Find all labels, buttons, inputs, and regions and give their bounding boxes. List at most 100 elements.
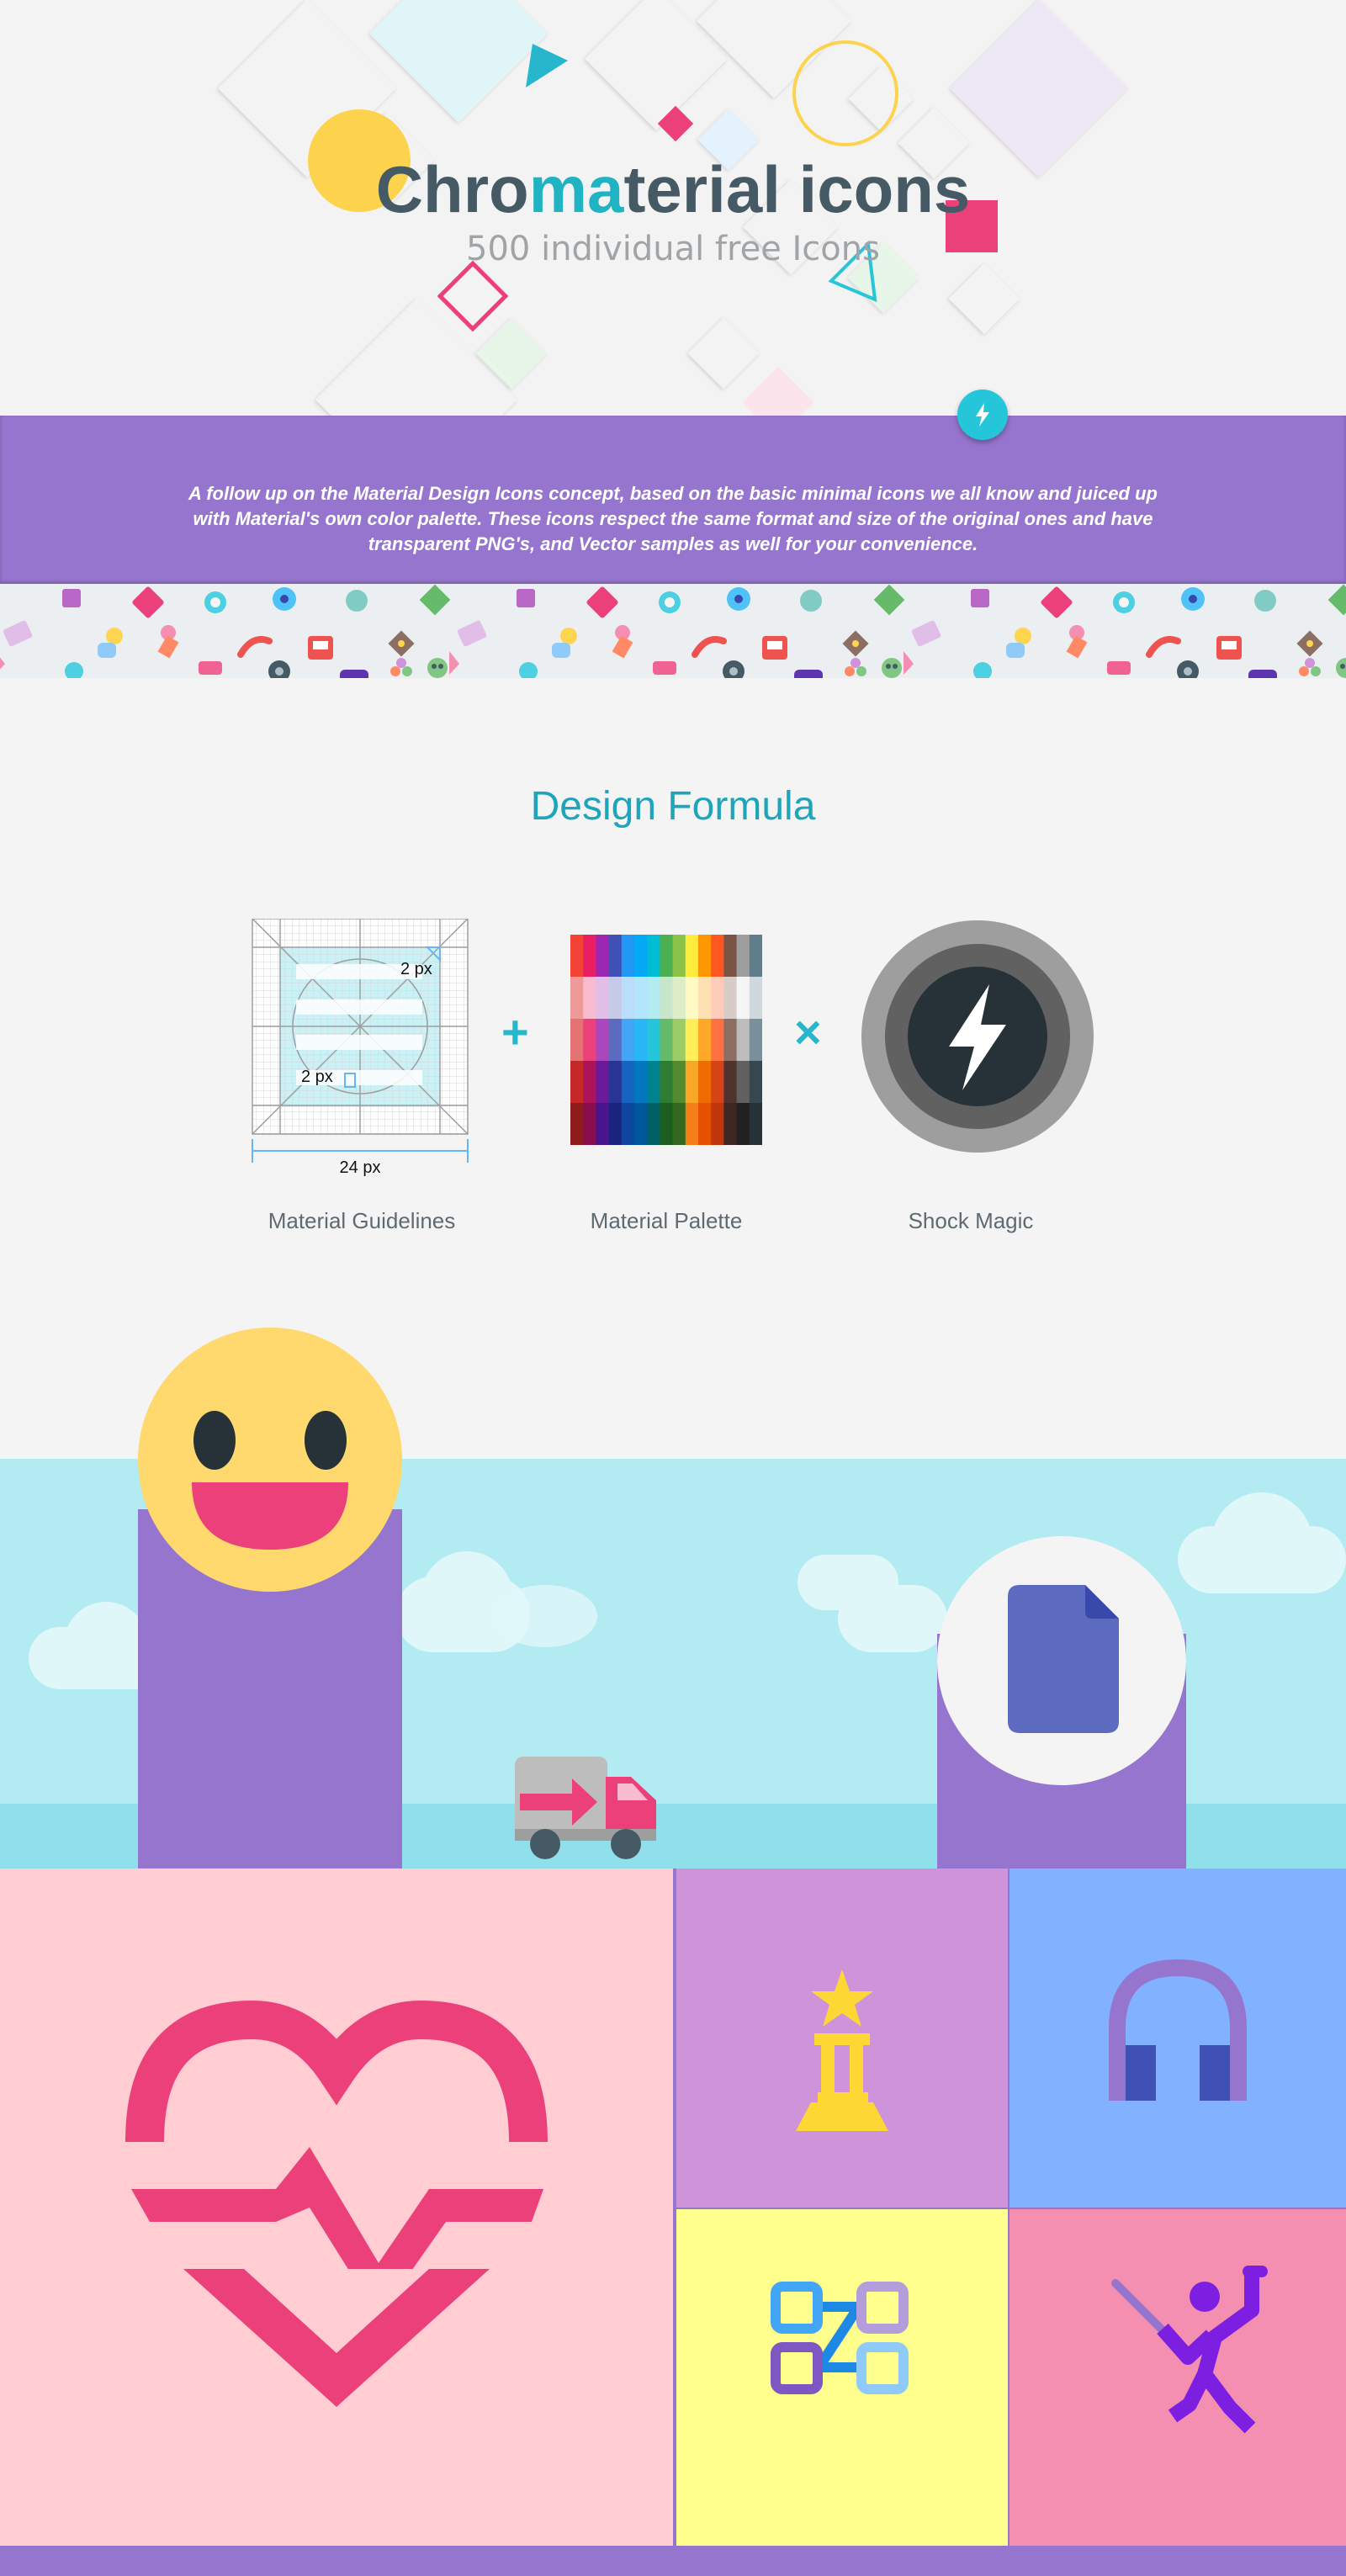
palette-swatch (749, 1019, 763, 1061)
palette-swatch (596, 1061, 610, 1103)
palette-swatch (685, 1019, 699, 1061)
palette-swatch (736, 1019, 750, 1061)
dim-left-label: 2 px (301, 1068, 333, 1086)
palette-swatch (570, 1019, 584, 1061)
palette-swatch (621, 1019, 635, 1061)
palette-swatch (570, 1103, 584, 1145)
palette-swatch (723, 1061, 738, 1103)
palette-swatch (596, 1019, 610, 1061)
palette-swatch (698, 1103, 712, 1145)
icon-grid-section (0, 1868, 1346, 2576)
palette-swatch (723, 977, 738, 1019)
palette-swatch (608, 977, 623, 1019)
palette-swatch (698, 977, 712, 1019)
shock-magic-icon (861, 920, 1094, 1153)
material-palette-swatches (570, 935, 763, 1145)
palette-swatch (634, 935, 648, 977)
palette-swatch (736, 977, 750, 1019)
palette-swatch (570, 977, 584, 1019)
guidelines-caption: Material Guidelines (268, 1208, 456, 1233)
palette-swatch (608, 1019, 623, 1061)
times-sign: × (794, 1005, 822, 1058)
monument-tile (676, 1868, 1008, 2208)
palette-swatch (749, 1061, 763, 1103)
palette-swatch (621, 1061, 635, 1103)
palette-swatch (583, 935, 596, 977)
palette-swatch (698, 1061, 712, 1103)
palette-swatch (723, 1019, 738, 1061)
smiley-face-icon (138, 1328, 402, 1592)
palette-swatch (711, 977, 724, 1019)
palette-swatch (570, 1061, 584, 1103)
palette-swatch (685, 1103, 699, 1145)
palette-swatch (647, 1061, 660, 1103)
plus-sign: + (501, 1005, 529, 1058)
palette-swatch (711, 1019, 724, 1061)
palette-swatch (736, 935, 750, 977)
palette-swatch (723, 1103, 738, 1145)
palette-swatch (749, 977, 763, 1019)
palette-swatch (608, 1103, 623, 1145)
palette-swatch (634, 1019, 648, 1061)
palette-swatch (608, 1061, 623, 1103)
palette-swatch (621, 1103, 635, 1145)
palette-swatch (723, 935, 738, 977)
palette-swatch (736, 1061, 750, 1103)
headphones-tile (1010, 1868, 1346, 2208)
icon-pattern (0, 584, 1346, 678)
palette-swatch (583, 977, 596, 1019)
palette-swatch (647, 977, 660, 1019)
palette-swatch (583, 1103, 596, 1145)
fencing-icon (1111, 2266, 1268, 2434)
palette-swatch (583, 1019, 596, 1061)
heart-pulse-tile (0, 1868, 673, 2546)
palette-caption: Material Palette (590, 1208, 743, 1233)
palette-swatch (660, 935, 674, 977)
palette-swatch (660, 1061, 674, 1103)
icon-strip (0, 584, 1346, 678)
palette-swatch (672, 1061, 686, 1103)
guidelines-diagram: 2 px 2 px 24 px (249, 918, 471, 1179)
dim-top-label: 2 px (400, 960, 432, 978)
hero-subtitle: 500 individual free Icons (466, 230, 880, 268)
palette-swatch (698, 935, 712, 977)
palette-swatch (647, 1019, 660, 1061)
palette-swatch (685, 1061, 699, 1103)
palette-swatch (570, 935, 584, 977)
palette-swatch (736, 1103, 750, 1145)
palette-swatch (634, 1103, 648, 1145)
palette-swatch (596, 935, 610, 977)
palette-swatch (634, 1061, 648, 1103)
bolt-fab-button[interactable] (957, 390, 1008, 440)
palette-swatch (660, 1019, 674, 1061)
palette-swatch (685, 935, 699, 977)
headphones-icon (1109, 1959, 1247, 2101)
workflow-icon (771, 2282, 909, 2394)
palette-swatch (608, 935, 623, 977)
palette-swatch (660, 977, 674, 1019)
dim-bottom-label: 24 px (340, 1158, 381, 1177)
palette-swatch (672, 1019, 686, 1061)
bolt-icon (976, 403, 989, 427)
palette-swatch (583, 1061, 596, 1103)
palette-swatch (711, 935, 724, 977)
palette-swatch (711, 1103, 724, 1145)
document-icon (935, 1534, 1188, 1787)
magic-caption: Shock Magic (908, 1208, 1034, 1233)
palette-swatch (596, 1103, 610, 1145)
palette-swatch (634, 977, 648, 1019)
palette-swatch (698, 1019, 712, 1061)
design-formula-title: Design Formula (530, 784, 816, 829)
palette-swatch (749, 935, 763, 977)
palette-swatch (660, 1103, 674, 1145)
delivery-truck-icon (513, 1753, 660, 1861)
palette-swatch (749, 1103, 763, 1145)
workflow-tile (676, 2209, 1008, 2546)
hero-section: Chromaterial icons 500 individual free I… (0, 0, 1346, 416)
palette-swatch (621, 935, 635, 977)
heart-pulse-icon (125, 2000, 548, 2407)
palette-swatch (621, 977, 635, 1019)
hero-title: Chromaterial icons (375, 152, 971, 226)
intro-description: A follow up on the Material Design Icons… (188, 483, 1158, 554)
palette-swatch (672, 1103, 686, 1145)
